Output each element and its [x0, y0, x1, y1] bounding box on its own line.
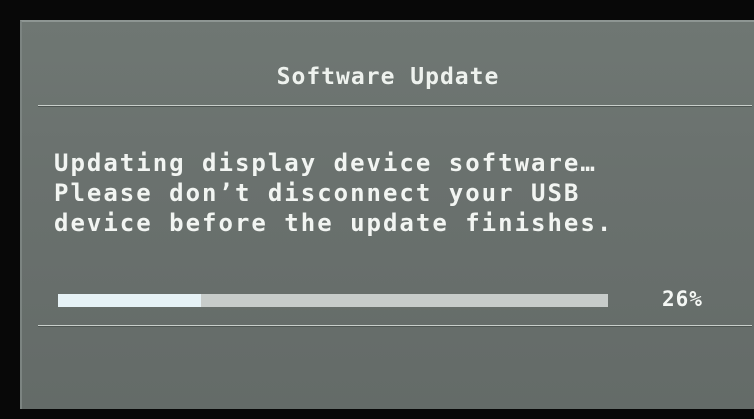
message-line-2: Please don’t disconnect your USB: [54, 179, 581, 207]
progress-bar: [58, 294, 608, 307]
progress-percent: 26%: [662, 287, 703, 311]
top-divider: [38, 105, 752, 107]
bottom-divider: [38, 325, 752, 327]
message-line-1: Updating display device software…: [54, 149, 597, 177]
update-message: Updating display device software… Please…: [54, 148, 613, 238]
progress-bar-fill: [58, 294, 201, 307]
software-update-dialog: Software Update Updating display device …: [20, 20, 754, 409]
message-line-3: device before the update finishes.: [54, 209, 614, 237]
dialog-title: Software Update: [276, 64, 500, 90]
